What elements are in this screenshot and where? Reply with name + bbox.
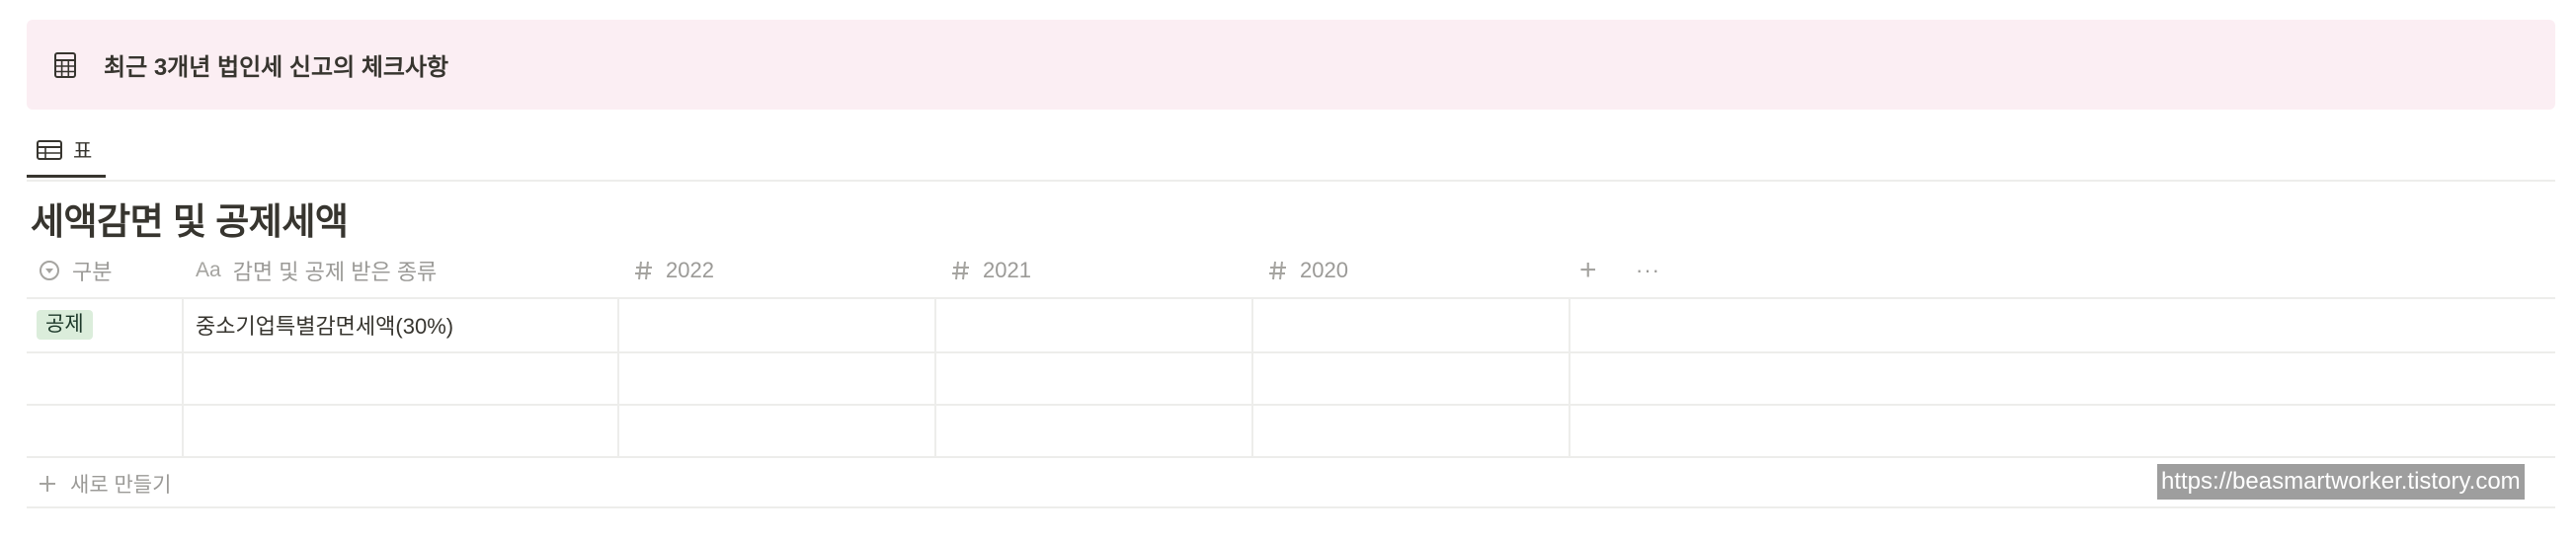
- value-cell-2022[interactable]: [619, 353, 936, 404]
- callout-block: 최근 3개년 법인세 신고의 체크사항: [27, 20, 2555, 110]
- value-cell-2021[interactable]: [936, 406, 1253, 456]
- value-cell-2021[interactable]: [936, 298, 1253, 351]
- column-label: 2020: [1300, 257, 1348, 282]
- category-tag: 공제: [37, 310, 93, 340]
- calculator-icon: [51, 51, 79, 79]
- name-cell[interactable]: 중소기업특별감면세액(30%): [184, 298, 619, 351]
- value-cell-2020[interactable]: [1253, 298, 1570, 351]
- column-header-name[interactable]: Aa 감면 및 공제 받은 종류: [196, 243, 437, 297]
- column-label: 2022: [666, 257, 714, 282]
- column-header-2020[interactable]: 2020: [1268, 243, 1348, 297]
- table-header: 구분 Aa 감면 및 공제 받은 종류 2022 2021 2020 + ···: [27, 243, 2555, 299]
- select-icon: [39, 260, 60, 281]
- column-label: 구분: [72, 259, 113, 284]
- column-header-2022[interactable]: 2022: [634, 243, 714, 297]
- table-row[interactable]: [27, 353, 2555, 406]
- number-icon: [1268, 260, 1288, 281]
- watermark-url: https://beasmartworker.tistory.com: [2157, 464, 2525, 500]
- value-cell-2020[interactable]: [1253, 353, 1570, 404]
- table-body: 공제 중소기업특별감면세액(30%): [27, 298, 2555, 458]
- plus-icon: [37, 474, 58, 494]
- new-row-label: 새로 만들기: [70, 474, 172, 497]
- value-cell-2021[interactable]: [936, 353, 1253, 404]
- name-text: 중소기업특별감면세액(30%): [196, 314, 454, 339]
- category-cell[interactable]: 공제: [27, 298, 184, 351]
- table-icon: [37, 139, 64, 161]
- name-cell[interactable]: [184, 353, 619, 404]
- tab-label: 표: [73, 139, 93, 163]
- add-column-button[interactable]: +: [1579, 243, 1597, 297]
- database-title[interactable]: 세액감면 및 공제세액: [31, 192, 349, 245]
- view-tabs: 표: [27, 124, 2555, 182]
- value-cell-2022[interactable]: [619, 298, 936, 351]
- number-icon: [951, 260, 971, 281]
- value-cell-2020[interactable]: [1253, 406, 1570, 456]
- callout-text: 최근 3개년 법인세 신고의 체크사항: [104, 54, 449, 81]
- category-cell[interactable]: [27, 353, 184, 404]
- table-row[interactable]: [27, 406, 2555, 458]
- title-icon: Aa: [196, 258, 221, 281]
- table-row[interactable]: 공제 중소기업특별감면세액(30%): [27, 298, 2555, 353]
- category-cell[interactable]: [27, 406, 184, 456]
- column-header-2021[interactable]: 2021: [951, 243, 1031, 297]
- value-cell-2022[interactable]: [619, 406, 936, 456]
- column-header-category[interactable]: 구분: [39, 243, 112, 297]
- name-cell[interactable]: [184, 406, 619, 456]
- tab-table-view[interactable]: 표: [27, 124, 106, 178]
- column-label: 감면 및 공제 받은 종류: [232, 259, 438, 284]
- more-options-button[interactable]: ···: [1636, 243, 1660, 297]
- column-label: 2021: [983, 257, 1031, 282]
- number-icon: [634, 260, 654, 281]
